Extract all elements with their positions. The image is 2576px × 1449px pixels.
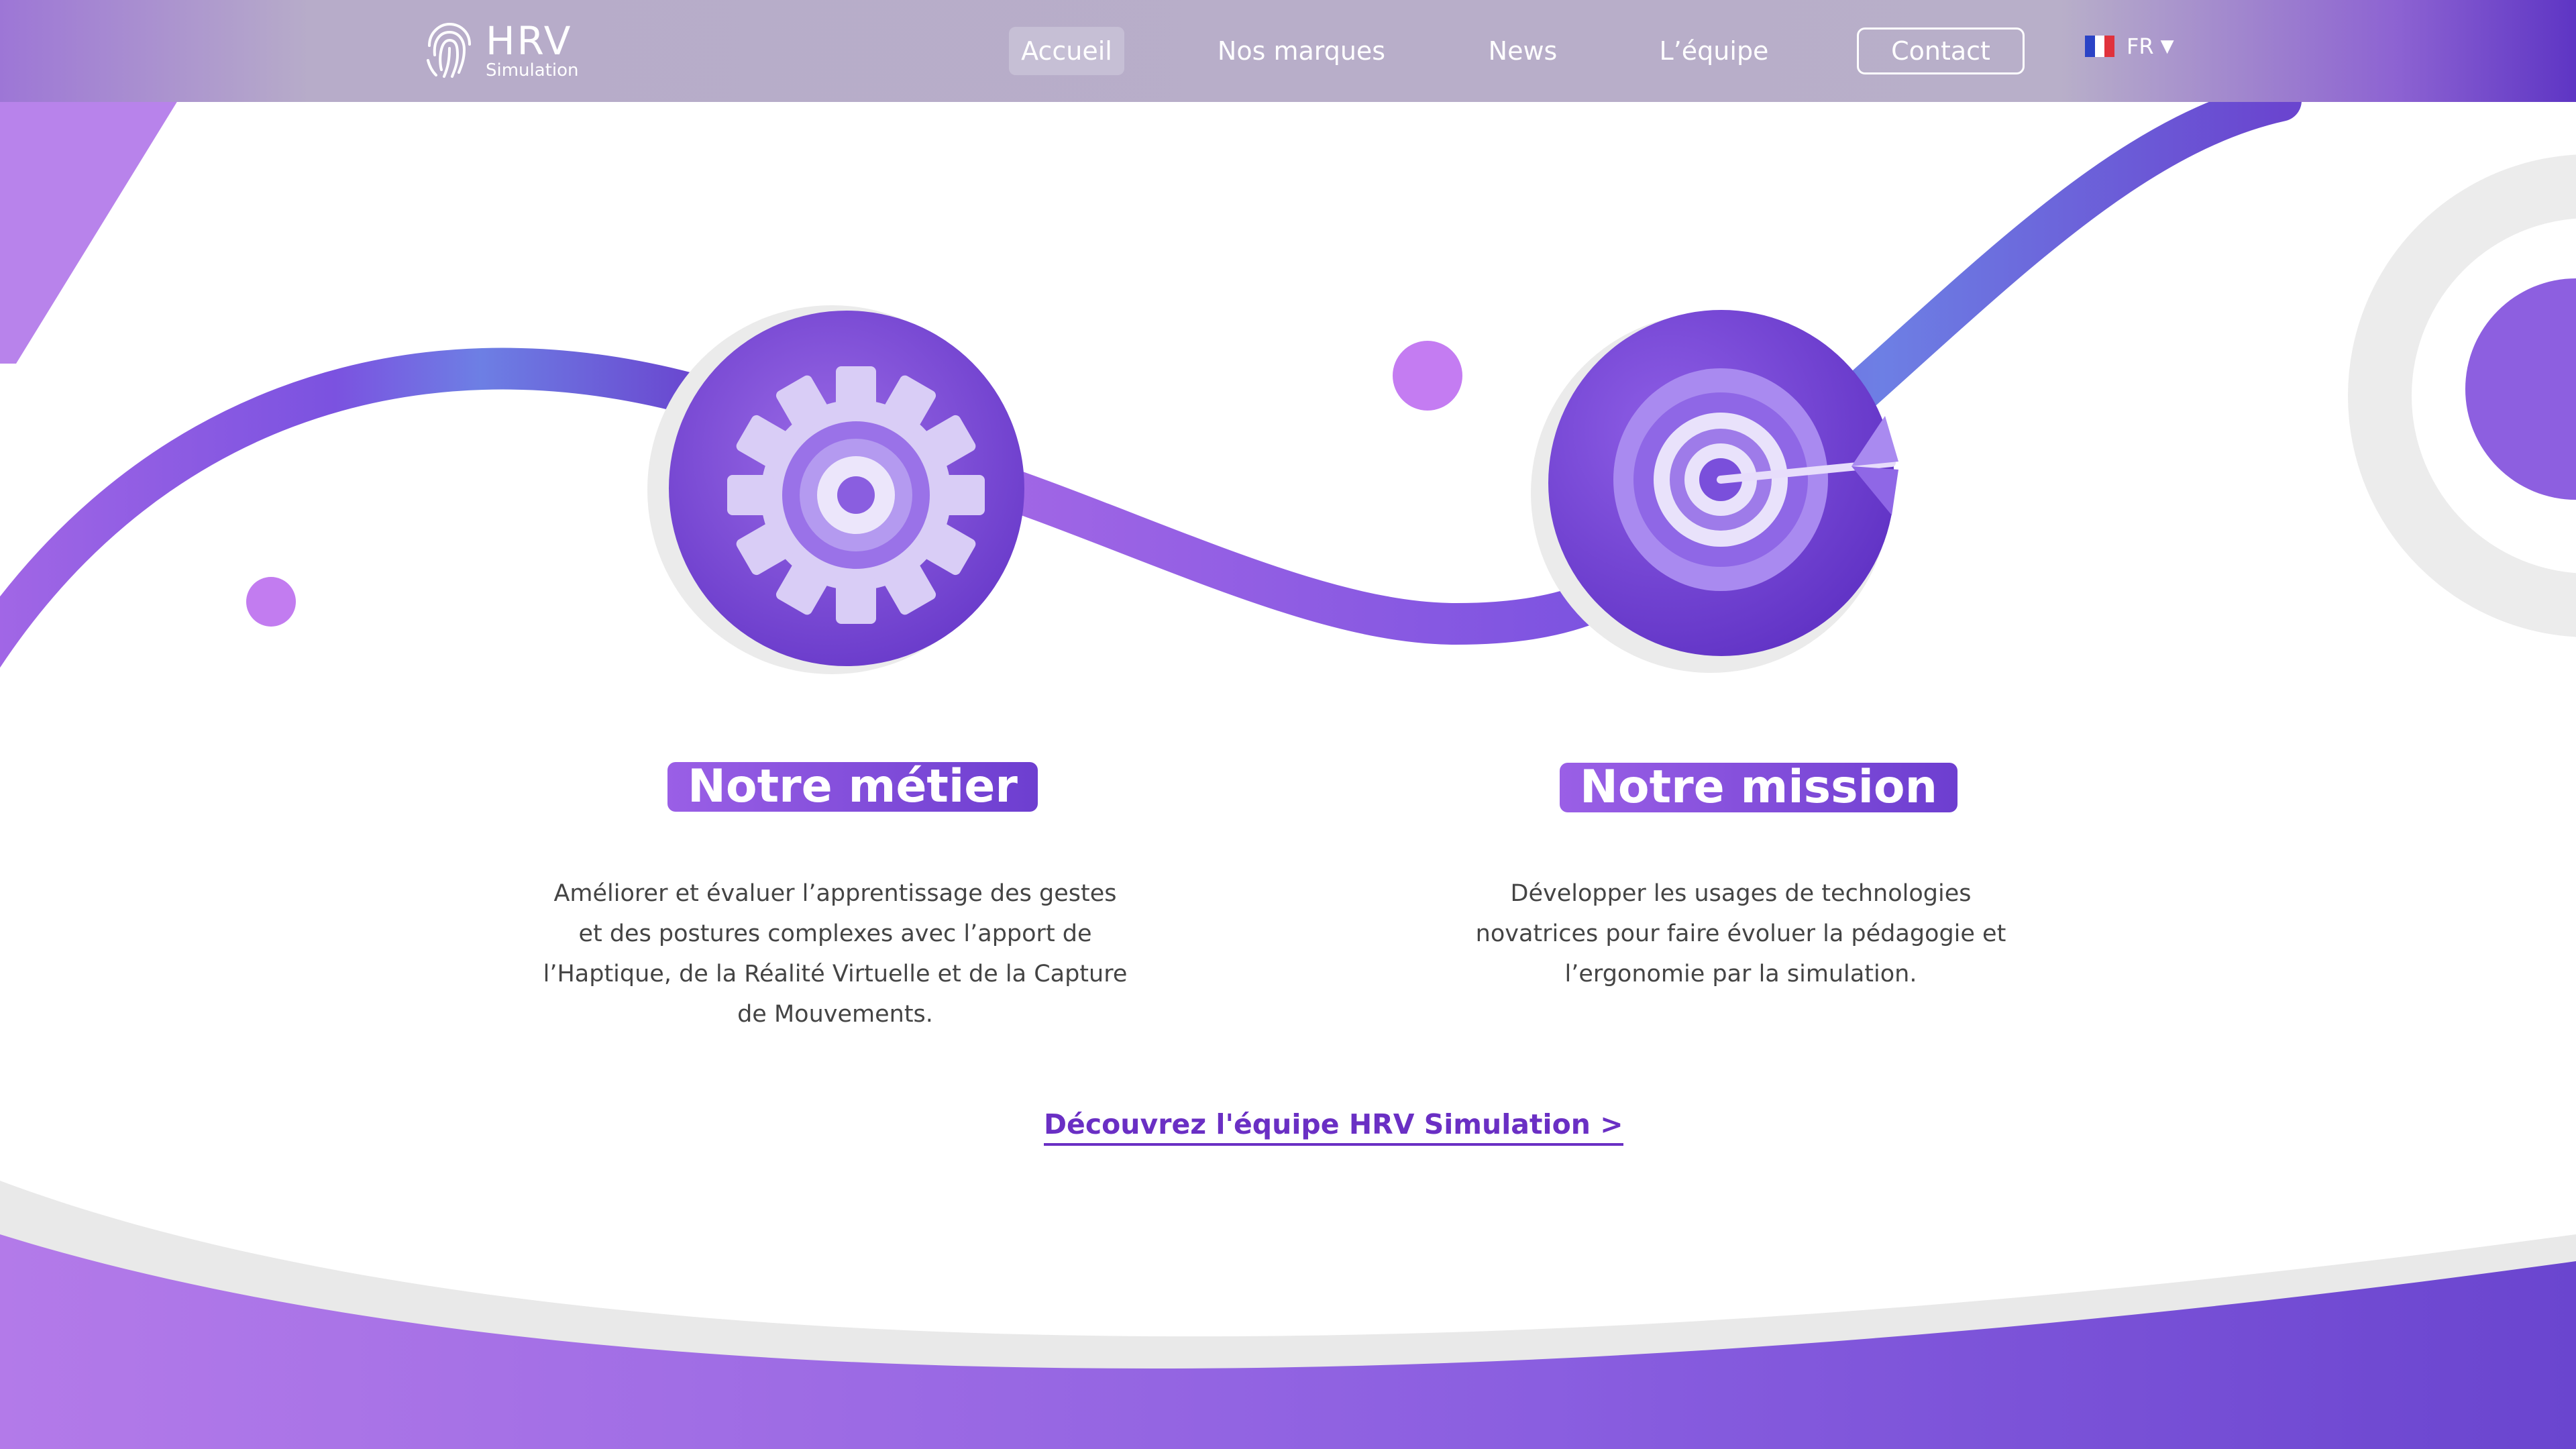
- ribbon-left: [0, 347, 718, 668]
- background-decoration: [0, 80, 2576, 1449]
- metier-title: Notre métier: [667, 762, 1038, 812]
- page: HRV Simulation Accueil Nos marques News …: [0, 0, 2576, 1449]
- language-label: FR: [2127, 34, 2154, 59]
- top-navbar: HRV Simulation Accueil Nos marques News …: [0, 0, 2576, 102]
- language-selector[interactable]: FR ▼: [2085, 34, 2174, 59]
- gear-icon: [727, 366, 985, 624]
- metier-description: Améliorer et évaluer l’apprentissage des…: [543, 880, 1128, 1028]
- discover-team-link[interactable]: Découvrez l'équipe HRV Simulation >: [1044, 1108, 1623, 1146]
- logo-sub-text: Simulation: [486, 60, 579, 80]
- nav-item-nos-marques[interactable]: Nos marques: [1206, 27, 1397, 75]
- contact-button[interactable]: Contact: [1857, 28, 2025, 74]
- mission-title: Notre mission: [1560, 763, 1958, 812]
- fingerprint-icon: [427, 22, 471, 78]
- nav-item-equipe[interactable]: L’équipe: [1650, 27, 1778, 75]
- dot-middle: [1393, 341, 1462, 411]
- chevron-down-icon: ▼: [2160, 36, 2174, 56]
- corner-shape: [0, 101, 178, 364]
- nav-item-news[interactable]: News: [1476, 27, 1570, 75]
- france-flag-icon: [2085, 36, 2115, 57]
- dot-left: [246, 577, 296, 627]
- target-dart-icon: [1613, 368, 1898, 591]
- mission-description: Développer les usages de technologies no…: [1475, 880, 2006, 987]
- brand-logo[interactable]: HRV Simulation: [424, 20, 579, 80]
- logo-main-text: HRV: [486, 18, 573, 64]
- nav-item-accueil[interactable]: Accueil: [1009, 27, 1124, 75]
